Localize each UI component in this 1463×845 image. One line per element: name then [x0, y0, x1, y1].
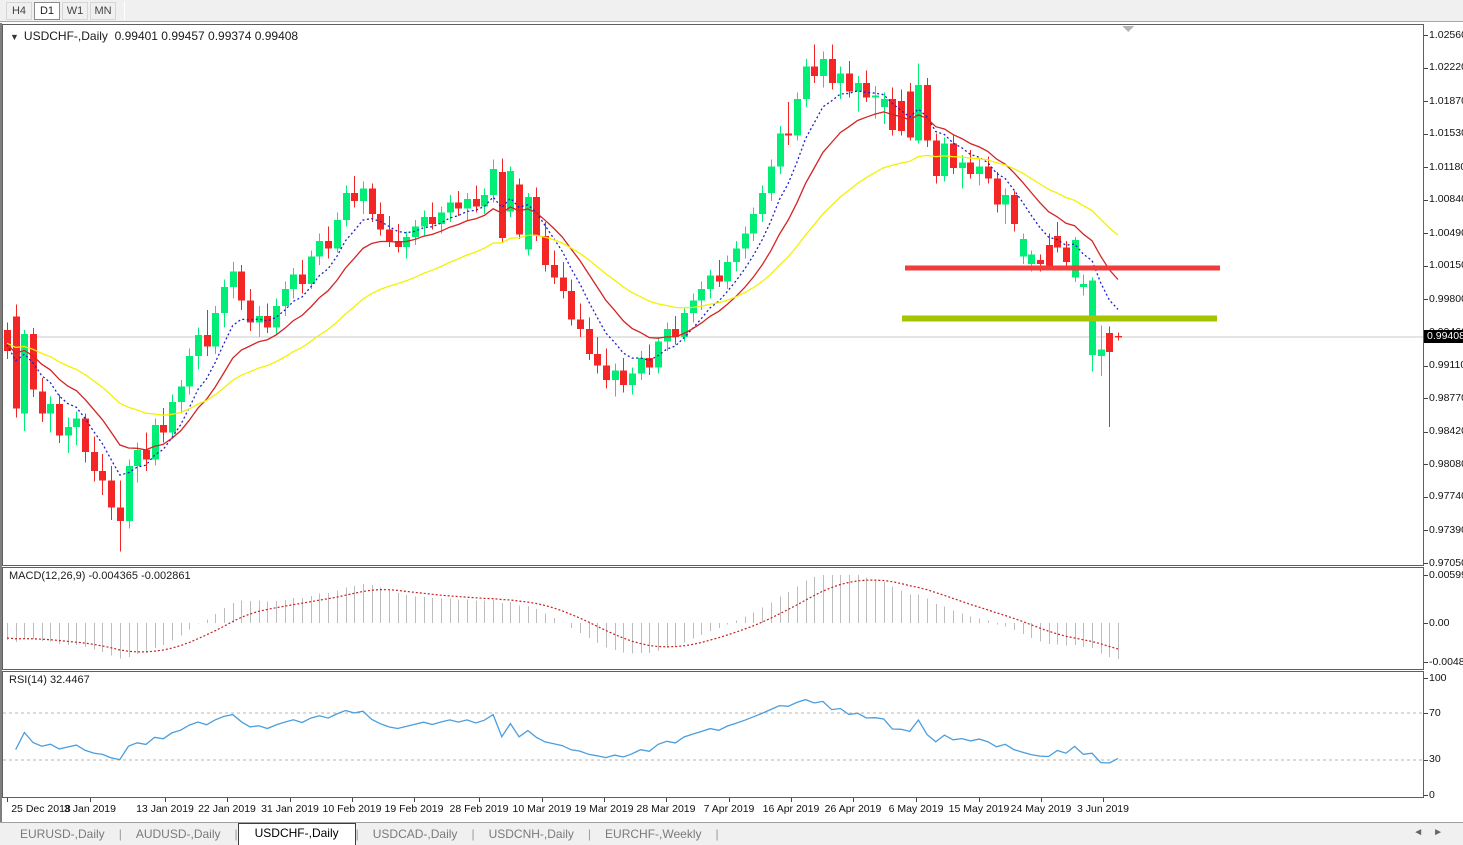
- price-tick-label: 0.98080: [1429, 458, 1463, 470]
- tab-usdcnh[interactable]: USDCNH-,Daily: [475, 824, 588, 845]
- date-tick: [916, 798, 917, 802]
- time-axis[interactable]: 25 Dec 20183 Jan 201913 Jan 201922 Jan 2…: [2, 798, 1424, 822]
- date-tick: [791, 798, 792, 802]
- chart-symbol-label: USDCHF-,Daily: [24, 29, 108, 43]
- date-tick: [729, 798, 730, 802]
- date-tick-label: 3 Jan 2019: [53, 803, 127, 815]
- date-tick: [352, 798, 353, 802]
- price-tick-label-tick: [1424, 497, 1428, 498]
- tab-eurchf[interactable]: EURCHF-,Weekly: [591, 824, 715, 845]
- price-tick-label-tick: [1424, 464, 1428, 465]
- tab-separator: |: [715, 827, 718, 845]
- price-tick-label-tick: [1424, 101, 1428, 102]
- date-tick: [853, 798, 854, 802]
- timeframe-button-h4[interactable]: H4: [6, 2, 32, 20]
- price-tick-label-tick: [1424, 134, 1428, 135]
- macd-tick-label-tick: [1424, 575, 1428, 576]
- rsi-tick-label: 0: [1429, 789, 1435, 801]
- date-tick: [479, 798, 480, 802]
- price-tick-label: 0.97050: [1429, 557, 1463, 569]
- rsi-tick-label: 70: [1429, 707, 1441, 719]
- date-tick: [227, 798, 228, 802]
- macd-tick-label-tick: [1424, 623, 1428, 624]
- price-tick-label: 1.01870: [1429, 95, 1463, 107]
- price-tick-label-tick: [1424, 366, 1428, 367]
- tab-usdchf[interactable]: USDCHF-,Daily: [238, 823, 356, 845]
- date-tick: [604, 798, 605, 802]
- price-tick-label-tick: [1424, 233, 1428, 234]
- current-price-label: 0.99408: [1424, 330, 1463, 343]
- price-tick-label-tick: [1424, 299, 1428, 300]
- chart-title: ▼ USDCHF-,Daily 0.99401 0.99457 0.99374 0…: [10, 29, 298, 43]
- date-tick-label: 3 Jun 2019: [1066, 803, 1140, 815]
- macd-indicator-canvas[interactable]: [2, 567, 1424, 670]
- price-tick-label: 1.01530: [1429, 127, 1463, 139]
- date-tick: [1041, 798, 1042, 802]
- macd-tick-label: 0.005999: [1429, 569, 1463, 581]
- price-tick-label: 0.99800: [1429, 293, 1463, 305]
- date-tick: [979, 798, 980, 802]
- price-tick-label-tick: [1424, 398, 1428, 399]
- date-tick: [666, 798, 667, 802]
- price-tick-label-tick: [1424, 563, 1428, 564]
- tab-audusd[interactable]: AUDUSD-,Daily: [122, 824, 235, 845]
- macd-label: MACD(12,26,9) -0.004365 -0.002861: [9, 570, 191, 582]
- tab-scroll-arrows[interactable]: ◄►: [1413, 827, 1453, 838]
- tab-next-icon[interactable]: ►: [1433, 827, 1453, 838]
- price-tick-label: 1.02220: [1429, 61, 1463, 73]
- date-tick: [90, 798, 91, 802]
- main-chart-canvas[interactable]: [2, 24, 1424, 566]
- price-tick-label: 1.02560: [1429, 29, 1463, 41]
- date-tick: [7, 798, 8, 802]
- rsi-tick-label: 30: [1429, 753, 1441, 765]
- rsi-label: RSI(14) 32.4467: [9, 674, 90, 686]
- rsi-tick-label-tick: [1424, 760, 1428, 761]
- price-axis[interactable]: 1.02560 1.02220 1.01870 1.01530 1.01180 1.008…: [1424, 24, 1463, 798]
- rsi-tick-label: 100: [1429, 672, 1447, 684]
- tab-eurusd[interactable]: EURUSD-,Daily: [6, 824, 119, 845]
- price-tick-label-tick: [1424, 432, 1428, 433]
- price-tick-label-tick: [1424, 200, 1428, 201]
- macd-tick-label: 0.00: [1429, 617, 1449, 629]
- date-tick: [290, 798, 291, 802]
- timeframe-button-w1[interactable]: W1: [62, 2, 88, 20]
- price-tick-label: 1.00490: [1429, 227, 1463, 239]
- price-tick-label-tick: [1424, 35, 1428, 36]
- date-tick: [1103, 798, 1104, 802]
- tab-usdcad[interactable]: USDCAD-,Daily: [359, 824, 472, 845]
- price-tick-label-tick: [1424, 68, 1428, 69]
- price-tick-label-tick: [1424, 266, 1428, 267]
- price-tick-label-tick: [1424, 167, 1428, 168]
- rsi-tick-label-tick: [1424, 713, 1428, 714]
- tab-prev-icon[interactable]: ◄: [1413, 827, 1433, 838]
- timeframe-button-d1[interactable]: D1: [34, 2, 60, 20]
- rsi-tick-label-tick: [1424, 795, 1428, 796]
- chart-ohlc-values: 0.99401 0.99457 0.99374 0.99408: [115, 29, 299, 43]
- price-tick-label: 0.98420: [1429, 425, 1463, 437]
- symbol-tabbar: EURUSD-,Daily|AUDUSD-,Daily|USDCHF-,Dail…: [0, 822, 1463, 845]
- date-tick: [542, 798, 543, 802]
- price-tick-label-tick: [1424, 530, 1428, 531]
- toolbar-separator: [124, 2, 125, 20]
- rsi-indicator-canvas[interactable]: [2, 671, 1424, 798]
- timeframe-toolbar: H4D1W1MN: [0, 0, 1463, 22]
- price-tick-label: 1.01180: [1429, 161, 1463, 173]
- timeframe-button-mn[interactable]: MN: [90, 2, 116, 20]
- rsi-tick-label-tick: [1424, 678, 1428, 679]
- price-tick-label: 1.00150: [1429, 259, 1463, 271]
- price-tick-label: 1.00840: [1429, 193, 1463, 205]
- price-tick-label: 0.98770: [1429, 392, 1463, 404]
- date-tick: [165, 798, 166, 802]
- date-tick-label: 19 Feb 2019: [377, 803, 451, 815]
- date-tick: [414, 798, 415, 802]
- price-tick-label: 0.97740: [1429, 490, 1463, 502]
- price-tick-label: 0.99110: [1429, 359, 1463, 371]
- macd-tick-label-tick: [1424, 662, 1428, 663]
- macd-tick-label: -0.004858: [1429, 656, 1463, 668]
- chart-dropdown-icon[interactable]: ▼: [10, 32, 19, 42]
- price-tick-label: 0.97390: [1429, 524, 1463, 536]
